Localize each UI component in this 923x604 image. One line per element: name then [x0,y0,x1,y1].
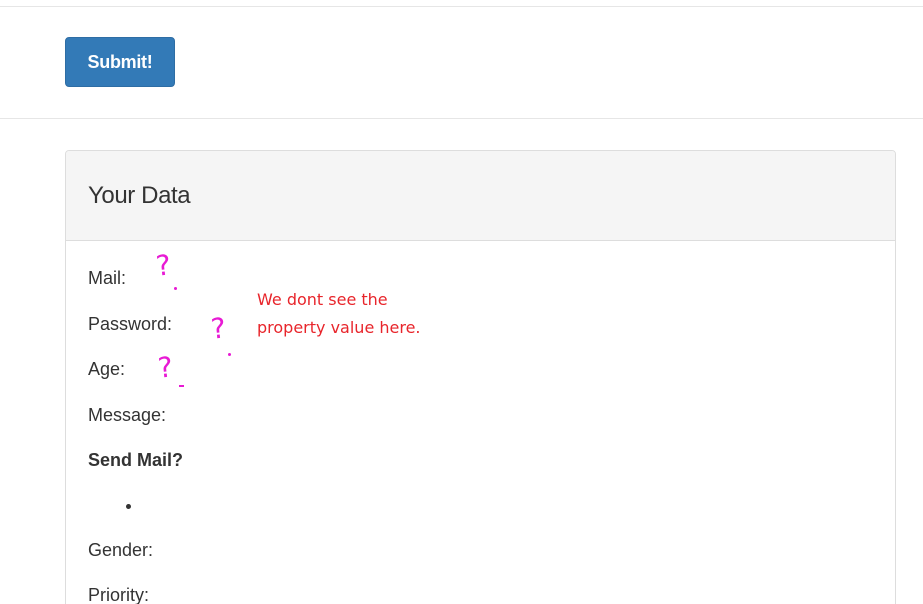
annotation-line: property value here. [257,318,421,337]
submit-button[interactable]: Submit! [65,37,175,87]
question-mark-dot [179,385,184,387]
question-mark-annotation: ? [209,311,228,346]
mail-label: Mail: [88,268,127,288]
send-mail-label: Send Mail? [88,450,184,470]
question-mark-dot [228,353,231,356]
empty-list-bullet [126,504,131,509]
question-mark-annotation: ? [156,350,175,385]
question-mark-annotation: ? [154,248,173,283]
section-divider [0,118,923,119]
priority-label: Priority: [88,585,150,604]
top-divider [0,6,923,7]
page: Submit! Your Data Mail: Password: Age: M… [0,0,923,604]
question-mark-dot [174,287,177,290]
panel-title: Your Data [88,181,191,209]
age-label: Age: [88,359,126,379]
panel-heading: Your Data [66,151,895,241]
annotation-note: We dont see the property value here. [257,286,421,342]
gender-label: Gender: [88,540,154,560]
message-label: Message: [88,405,167,425]
annotation-line: We dont see the [257,290,388,309]
password-label: Password: [88,314,173,334]
your-data-panel: Your Data Mail: Password: Age: Message: … [65,150,896,604]
